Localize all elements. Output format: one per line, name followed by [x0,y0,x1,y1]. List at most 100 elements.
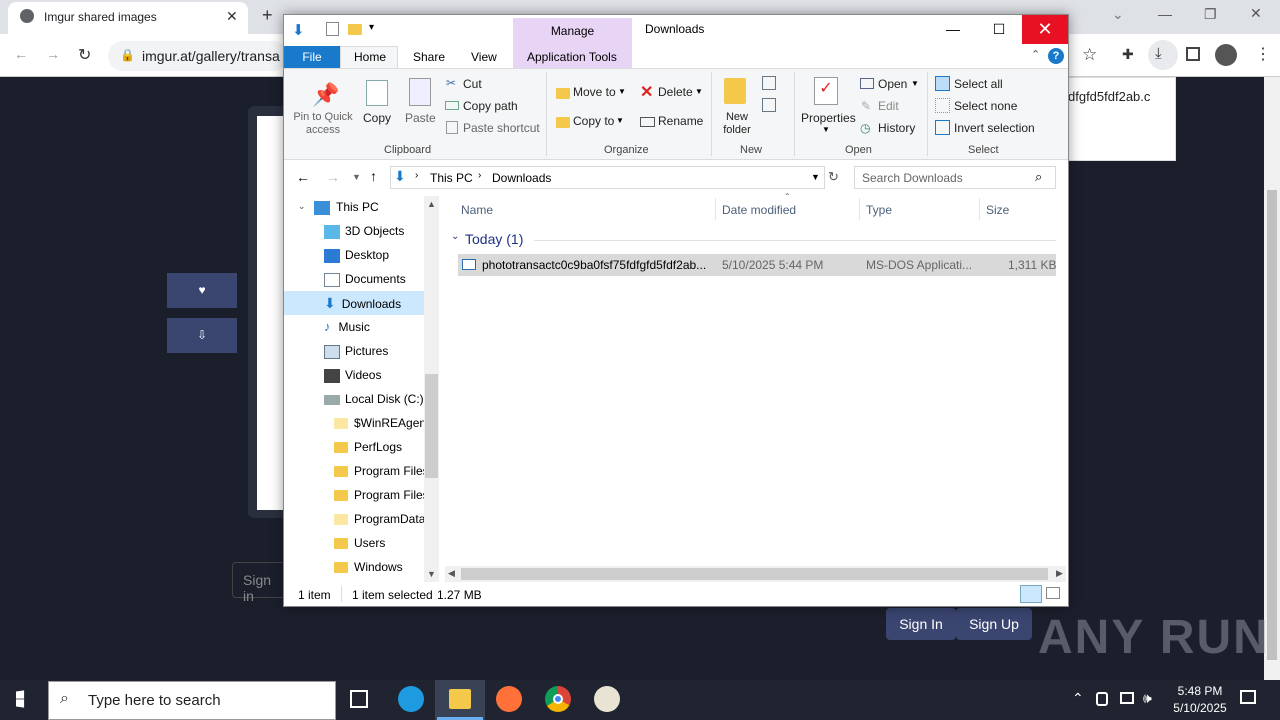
cut-button[interactable]: Cut [463,77,482,91]
recent-locations-icon[interactable]: ▼ [352,172,361,182]
page-scroll-thumb[interactable] [1267,190,1277,660]
properties-quick-icon[interactable] [326,22,339,36]
reload-icon[interactable]: ↻ [78,45,91,65]
up-icon[interactable]: ↑ [370,168,377,184]
clock[interactable]: 5:48 PM 5/10/2025 [1160,683,1240,717]
nav-folder-programdata[interactable]: ProgramData [284,507,424,531]
extensions-icon[interactable]: ✚ [1122,46,1134,63]
horizontal-scroll-thumb[interactable] [461,568,1048,580]
history-button[interactable]: History [878,121,915,135]
easy-access-icon[interactable] [762,98,776,112]
edge-icon[interactable] [398,686,424,712]
close-button[interactable]: ✕ [1022,15,1068,44]
nav-folder-users[interactable]: Users [284,531,424,555]
invert-selection-button[interactable]: Invert selection [954,121,1035,135]
favorite-button[interactable]: ♥ [167,273,237,308]
properties-button[interactable]: Properties [801,111,856,125]
breadcrumb-this-pc[interactable]: This PC [430,171,473,185]
nav-pictures[interactable]: Pictures [284,339,424,363]
copy-to-dropdown-icon[interactable]: ▼ [616,116,624,125]
breadcrumb-downloads[interactable]: Downloads [492,171,551,185]
profile-avatar[interactable] [1215,44,1237,66]
collapse-ribbon-icon[interactable]: ⌃ [1031,48,1040,61]
copy-path-button[interactable]: Copy path [463,99,518,113]
column-type[interactable]: Type [866,200,892,220]
nav-downloads[interactable]: ⬇ Downloads [284,291,424,315]
new-folder-quick-icon[interactable] [348,24,362,35]
delete-button[interactable]: Delete [658,85,693,99]
nav-scroll-up-icon[interactable]: ▲ [427,199,436,209]
tab-view[interactable]: View [471,50,497,64]
tab-file[interactable]: File [284,46,340,68]
new-folder-button[interactable]: New folder [718,111,756,137]
nav-scroll-thumb[interactable] [425,374,438,478]
firefox-icon[interactable] [496,686,522,712]
nav-videos[interactable]: Videos [284,363,424,387]
new-tab-button[interactable]: + [262,5,273,26]
browser-close-button[interactable]: ✕ [1250,5,1262,22]
breadcrumb-chevron[interactable]: › [415,170,418,181]
column-date-modified[interactable]: Date modified [722,200,796,220]
edit-button[interactable]: Edit [878,99,899,113]
app-icon[interactable] [594,686,620,712]
browser-restore-button[interactable]: ❐ [1204,6,1217,23]
details-view-icon[interactable] [1020,585,1042,603]
new-item-icon[interactable] [762,76,776,90]
column-divider[interactable] [859,198,860,220]
column-divider[interactable] [715,198,716,220]
signup-button[interactable]: Sign Up [956,608,1032,640]
volume-icon[interactable]: 🕪 [1143,690,1152,707]
paste-shortcut-button[interactable]: Paste shortcut [463,121,540,135]
nav-folder-windows[interactable]: Windows [284,555,424,579]
properties-dropdown-icon[interactable]: ▼ [822,125,830,134]
back-icon[interactable]: ← [14,46,28,62]
select-all-button[interactable]: Select all [954,77,1003,91]
paste-button[interactable]: Paste [405,111,436,125]
nav-music[interactable]: ♪ Music [284,315,424,339]
copy-to-button[interactable]: Copy to [573,114,614,128]
nav-local-disk[interactable]: Local Disk (C:) [284,387,424,411]
maximize-button[interactable]: ☐ [976,15,1022,44]
nav-folder-program-files[interactable]: Program Files [284,459,424,483]
browser-minimize-button[interactable]: — [1158,6,1172,22]
scroll-right-icon[interactable]: ▶ [1056,568,1063,579]
tab-close-icon[interactable]: ✕ [226,8,238,25]
signin-button[interactable]: Sign In [886,608,956,640]
select-none-button[interactable]: Select none [954,99,1017,113]
delete-dropdown-icon[interactable]: ▼ [695,87,703,96]
open-dropdown-icon[interactable]: ▼ [911,79,919,88]
notifications-icon[interactable] [1240,690,1256,704]
group-collapse-icon[interactable]: ⌄ [451,231,459,242]
tab-search-icon[interactable]: ⌄ [1112,6,1124,23]
customize-qa-icon[interactable]: ▾ [369,22,374,33]
nav-folder-program-files-x86[interactable]: Program Files [284,483,424,507]
lock-icon[interactable]: 🔒 [120,48,135,62]
nav-folder-perflogs[interactable]: PerfLogs [284,435,424,459]
column-name[interactable]: Name [461,200,493,220]
tab-share[interactable]: Share [413,50,445,64]
minimize-button[interactable]: — [930,15,976,44]
address-dropdown-icon[interactable]: ▼ [811,172,820,182]
nav-desktop[interactable]: Desktop [284,243,424,267]
nav-3d-objects[interactable]: 3D Objects [284,219,424,243]
nav-this-pc[interactable]: This PC [284,195,424,219]
nav-forward-icon[interactable]: → [326,169,340,185]
copy-button[interactable]: Copy [363,111,391,125]
rename-button[interactable]: Rename [658,114,703,128]
nav-documents[interactable]: Documents [284,267,424,291]
scroll-left-icon[interactable]: ◀ [448,568,455,579]
bookmark-star-icon[interactable]: ☆ [1082,45,1097,65]
defender-icon[interactable] [1096,692,1108,706]
task-view-icon[interactable] [350,690,368,708]
move-to-button[interactable]: Move to [573,85,616,99]
open-button[interactable]: Open [878,77,907,91]
help-icon[interactable]: ? [1048,48,1064,64]
refresh-icon[interactable]: ↻ [828,169,839,185]
pin-quick-access-button[interactable]: Pin to Quick access [290,111,356,137]
show-hidden-icons[interactable]: ⌃ [1072,690,1084,707]
group-header[interactable]: Today (1) [465,231,523,247]
tab-application-tools[interactable]: Application Tools [527,50,617,64]
download-page-button[interactable]: ⇩ [167,318,237,353]
forward-icon[interactable]: → [46,46,60,62]
side-panel-icon[interactable] [1186,47,1200,61]
